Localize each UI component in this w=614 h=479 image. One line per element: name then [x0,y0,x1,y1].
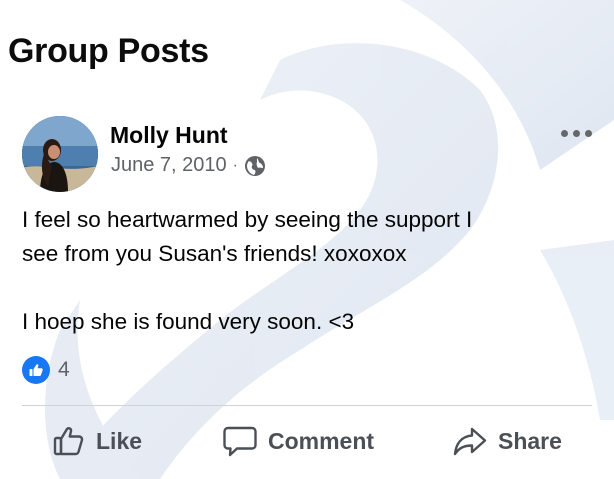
action-bar: Like Comment Share [0,420,614,468]
more-dot [561,130,568,137]
like-button[interactable]: Like [52,424,142,458]
post-date[interactable]: June 7, 2010 [111,154,227,177]
more-dot [573,130,580,137]
post-header: Molly Hunt June 7, 2010 · [22,114,602,194]
globe-icon [244,155,266,177]
more-options-button[interactable] [559,124,594,143]
post-text-gap [22,271,602,305]
post-body: I feel so heartwarmed by seeing the supp… [22,203,602,339]
post-text-line: I feel so heartwarmed by seeing the supp… [22,207,473,232]
reactions-summary[interactable]: 4 [22,356,70,384]
share-arrow-icon [453,427,487,456]
like-reaction-icon [22,356,50,384]
comment-label: Comment [268,427,375,454]
comment-button[interactable]: Comment [222,424,374,458]
share-button[interactable]: Share [452,424,562,458]
post-text-line: I hoep she is found very soon. <3 [22,309,355,334]
post-meta: June 7, 2010 · [111,154,266,177]
thumbs-up-icon [53,427,84,456]
author-name[interactable]: Molly Hunt [110,122,228,149]
more-dot [585,130,592,137]
comment-icon [223,426,257,457]
reaction-count: 4 [58,358,70,381]
avatar[interactable] [22,116,98,192]
share-label: Share [498,427,562,454]
like-label: Like [96,427,143,454]
post-text-line: see from you Susan's friends! xoxoxox [22,241,407,266]
page-title: Group Posts [8,32,209,70]
divider [22,405,592,406]
meta-separator: · [232,156,238,174]
